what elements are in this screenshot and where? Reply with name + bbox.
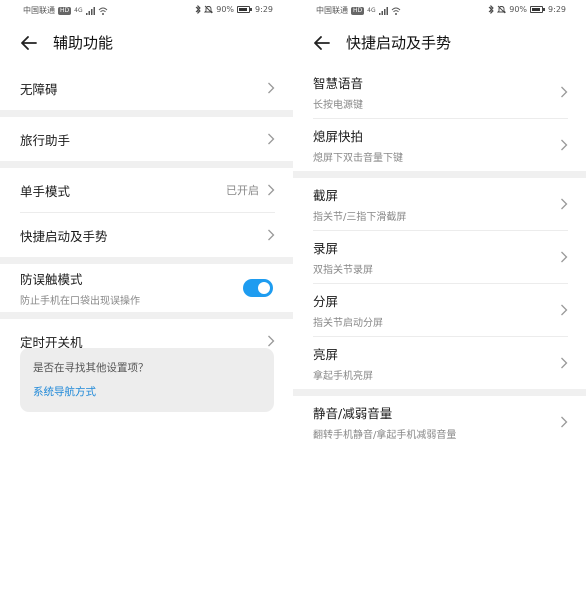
- section-divider: [293, 171, 586, 178]
- bluetooth-icon: [195, 5, 201, 14]
- carrier-label: 中国联通: [316, 6, 348, 15]
- chevron-right-icon: [561, 198, 568, 210]
- row-shortcuts-gestures[interactable]: 快捷启动及手势: [0, 213, 293, 257]
- clock: 9:29: [548, 5, 566, 14]
- battery-percent: 90%: [509, 5, 528, 14]
- hd-badge: HD: [58, 6, 72, 15]
- network-label: 4G: [367, 7, 376, 14]
- suggestion-question: 是否在寻找其他设置项？: [33, 362, 149, 374]
- row-sublabel: 翻转手机静音/拿起手机减弱音量: [313, 430, 457, 441]
- bluetooth-icon: [488, 5, 494, 14]
- pocket-mode-toggle[interactable]: [243, 279, 273, 297]
- row-label: 防误触模式: [20, 272, 83, 287]
- back-arrow-icon: [314, 36, 330, 50]
- row-sublabel: 指关节启动分屏: [313, 318, 383, 329]
- chevron-right-icon: [561, 251, 568, 263]
- chevron-right-icon: [561, 86, 568, 98]
- chevron-right-icon: [268, 133, 275, 145]
- row-label: 截屏: [313, 188, 339, 203]
- section-divider: [0, 257, 293, 264]
- chevron-right-icon: [561, 416, 568, 428]
- row-split-screen[interactable]: 分屏 指关节启动分屏: [293, 284, 586, 336]
- hd-badge: HD: [351, 6, 365, 15]
- wifi-icon: [98, 7, 107, 15]
- suggestion-card: 是否在寻找其他设置项？ 系统导航方式: [20, 348, 274, 412]
- section-divider: [0, 110, 293, 117]
- signal-icon: [85, 6, 95, 15]
- row-sublabel: 长按电源键: [313, 100, 363, 111]
- row-label: 智慧语音: [313, 76, 364, 91]
- row-label: 亮屏: [313, 347, 339, 362]
- row-mute-reduce-volume[interactable]: 静音/减弱音量 翻转手机静音/拿起手机减弱音量: [293, 396, 586, 448]
- battery-icon: [237, 6, 253, 13]
- row-sublabel: 防止手机在口袋出现误操作: [20, 296, 140, 307]
- back-arrow-icon: [21, 36, 37, 50]
- row-sublabel: 双指关节录屏: [313, 265, 373, 276]
- row-sublabel: 熄屏下双击音量下键: [313, 153, 403, 164]
- row-one-hand-mode[interactable]: 单手模式 已开启: [0, 168, 293, 212]
- row-sublabel: 指关节/三指下滑截屏: [313, 212, 407, 223]
- accessibility-screen: 中国联通 HD 4G 90% 9:29 辅助功能 无障碍 旅行助手 单手模式 已…: [0, 0, 293, 600]
- row-label: 无障碍: [20, 81, 58, 97]
- row-label: 快捷启动及手势: [20, 228, 108, 244]
- back-button[interactable]: [312, 33, 332, 53]
- gesture-list: 智慧语音 长按电源键 熄屏快拍 熄屏下双击音量下键 截屏 指关节/三指下滑截屏 …: [293, 66, 586, 448]
- row-smart-voice[interactable]: 智慧语音 长按电源键: [293, 66, 586, 118]
- section-divider: [293, 389, 586, 396]
- mute-icon: [204, 5, 214, 14]
- row-label: 录屏: [313, 241, 339, 256]
- row-label: 单手模式: [20, 183, 71, 199]
- row-label: 分屏: [313, 294, 339, 309]
- toggle-knob: [258, 282, 270, 294]
- settings-list: 无障碍 旅行助手 单手模式 已开启 快捷启动及手势 防误触模式 防止手机在口袋出…: [0, 66, 293, 363]
- row-value: 已开启: [226, 184, 259, 197]
- section-divider: [0, 161, 293, 168]
- row-screen-record[interactable]: 录屏 双指关节录屏: [293, 231, 586, 283]
- battery-icon: [530, 6, 546, 13]
- mute-icon: [497, 5, 507, 14]
- row-sublabel: 拿起手机亮屏: [313, 371, 373, 382]
- status-bar: 中国联通 HD 4G 90% 9:29: [0, 0, 293, 20]
- chevron-right-icon: [268, 82, 275, 94]
- shortcuts-gestures-screen: 中国联通 HD 4G 90% 9:29 快捷启动及手势 智慧语音 长按电源键 熄…: [293, 0, 586, 600]
- clock: 9:29: [255, 5, 273, 14]
- app-bar: 辅助功能: [0, 20, 293, 66]
- carrier-label: 中国联通: [23, 6, 55, 15]
- network-label: 4G: [74, 7, 83, 14]
- wifi-icon: [391, 7, 400, 15]
- chevron-right-icon: [268, 335, 275, 347]
- status-bar: 中国联通 HD 4G 90% 9:29: [293, 0, 586, 20]
- page-title: 辅助功能: [53, 34, 114, 52]
- chevron-right-icon: [561, 357, 568, 369]
- battery-percent: 90%: [216, 5, 235, 14]
- row-pocket-mode: 防误触模式 防止手机在口袋出现误操作: [0, 264, 293, 312]
- app-bar: 快捷启动及手势: [293, 20, 586, 66]
- chevron-right-icon: [268, 184, 275, 196]
- row-accessibility[interactable]: 无障碍: [0, 66, 293, 110]
- chevron-right-icon: [268, 229, 275, 241]
- section-divider: [0, 312, 293, 319]
- chevron-right-icon: [561, 304, 568, 316]
- row-label: 熄屏快拍: [313, 129, 364, 144]
- back-button[interactable]: [19, 33, 39, 53]
- row-travel-assistant[interactable]: 旅行助手: [0, 117, 293, 161]
- system-navigation-link[interactable]: 系统导航方式: [33, 384, 96, 399]
- signal-icon: [378, 6, 388, 15]
- row-screenshot[interactable]: 截屏 指关节/三指下滑截屏: [293, 178, 586, 230]
- row-label: 旅行助手: [20, 132, 71, 148]
- chevron-right-icon: [561, 139, 568, 151]
- row-wake-screen[interactable]: 亮屏 拿起手机亮屏: [293, 337, 586, 389]
- row-label: 静音/减弱音量: [313, 406, 393, 421]
- row-quick-snapshot[interactable]: 熄屏快拍 熄屏下双击音量下键: [293, 119, 586, 171]
- page-title: 快捷启动及手势: [346, 34, 452, 52]
